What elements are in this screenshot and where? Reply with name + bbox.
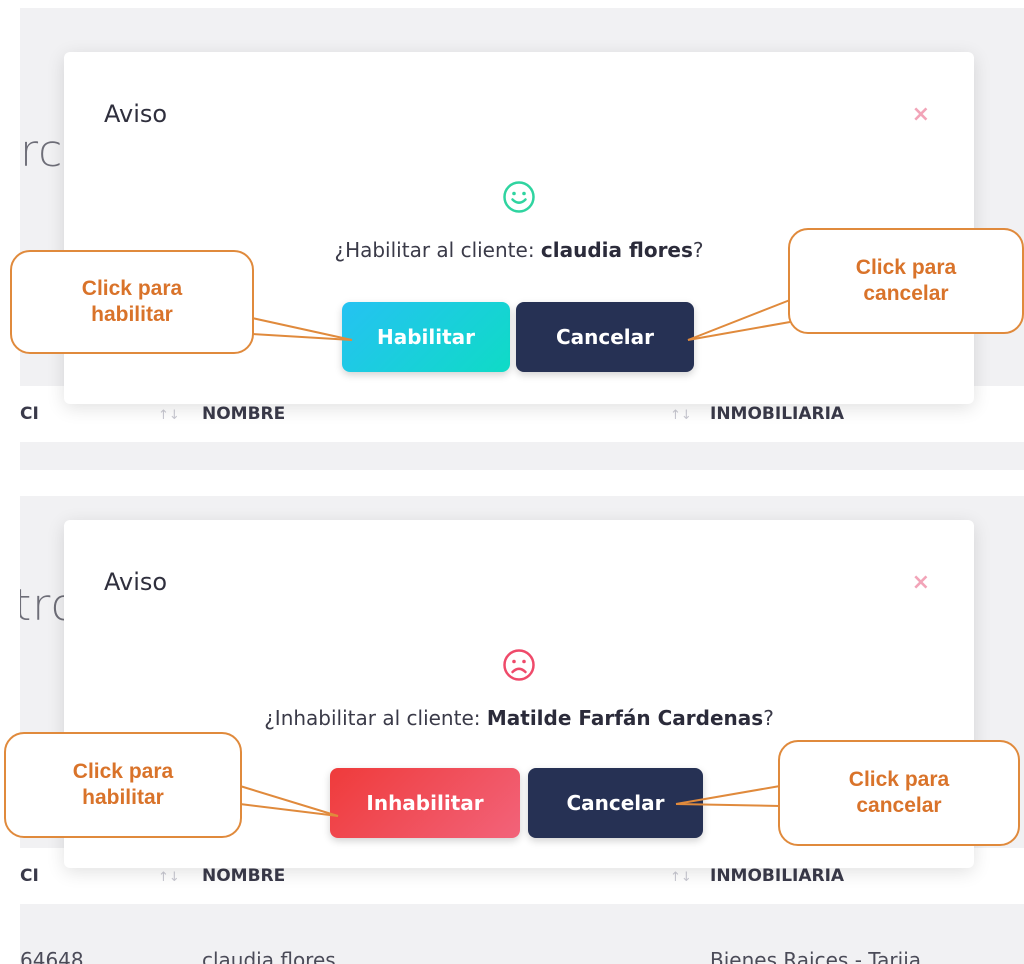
message-prefix: ¿Habilitar al cliente:: [334, 238, 541, 262]
sort-icon[interactable]: ↑↓: [670, 870, 692, 885]
callout-cancel-hint: Click para cancelar: [788, 228, 1024, 334]
column-header-ci[interactable]: CI: [20, 404, 39, 424]
callout-cancel-hint: Click para cancelar: [778, 740, 1020, 846]
sort-icon[interactable]: ↑↓: [670, 408, 692, 423]
smile-icon: [64, 180, 974, 218]
table-cell-nombre: claudia flores: [202, 948, 336, 964]
sort-icon[interactable]: ↑↓: [158, 870, 180, 885]
table-cell-inmobiliaria: Bienes Raices - Tarija: [710, 948, 922, 964]
background-page-title: rc: [20, 126, 64, 177]
message-suffix: ?: [692, 238, 704, 262]
column-header-inmobiliaria[interactable]: INMOBILIARIA: [710, 404, 844, 424]
column-header-ci[interactable]: CI: [20, 866, 39, 886]
client-name: Matilde Farfán Cardenas: [486, 706, 764, 730]
message-prefix: ¿Inhabilitar al cliente:: [264, 706, 487, 730]
callout-text: Click para cancelar: [855, 256, 957, 305]
column-header-inmobiliaria[interactable]: INMOBILIARIA: [710, 866, 844, 886]
callout-enable-hint: Click para habilitar: [4, 732, 242, 838]
modal-message: ¿Inhabilitar al cliente: Matilde Farfán …: [64, 706, 974, 730]
close-icon[interactable]: ×: [912, 102, 930, 127]
table-cell-ci: 64648: [20, 948, 84, 964]
sort-icon[interactable]: ↑↓: [158, 408, 180, 423]
close-icon[interactable]: ×: [912, 570, 930, 595]
cancel-button[interactable]: Cancelar: [528, 768, 703, 838]
frown-icon: [64, 648, 974, 686]
message-suffix: ?: [763, 706, 774, 730]
cancel-button[interactable]: Cancelar: [516, 302, 694, 372]
callout-enable-hint: Click para habilitar: [10, 250, 254, 354]
callout-text: Click para habilitar: [72, 760, 174, 809]
callout-text: Click para cancelar: [848, 768, 950, 817]
disable-button[interactable]: Inhabilitar: [330, 768, 520, 838]
column-header-nombre[interactable]: NOMBRE: [202, 404, 285, 424]
enable-button[interactable]: Habilitar: [342, 302, 510, 372]
modal-title: Aviso: [104, 568, 168, 596]
column-header-nombre[interactable]: NOMBRE: [202, 866, 285, 886]
modal-title: Aviso: [104, 100, 168, 128]
callout-text: Click para habilitar: [81, 277, 183, 326]
client-name: claudia flores: [540, 238, 693, 262]
